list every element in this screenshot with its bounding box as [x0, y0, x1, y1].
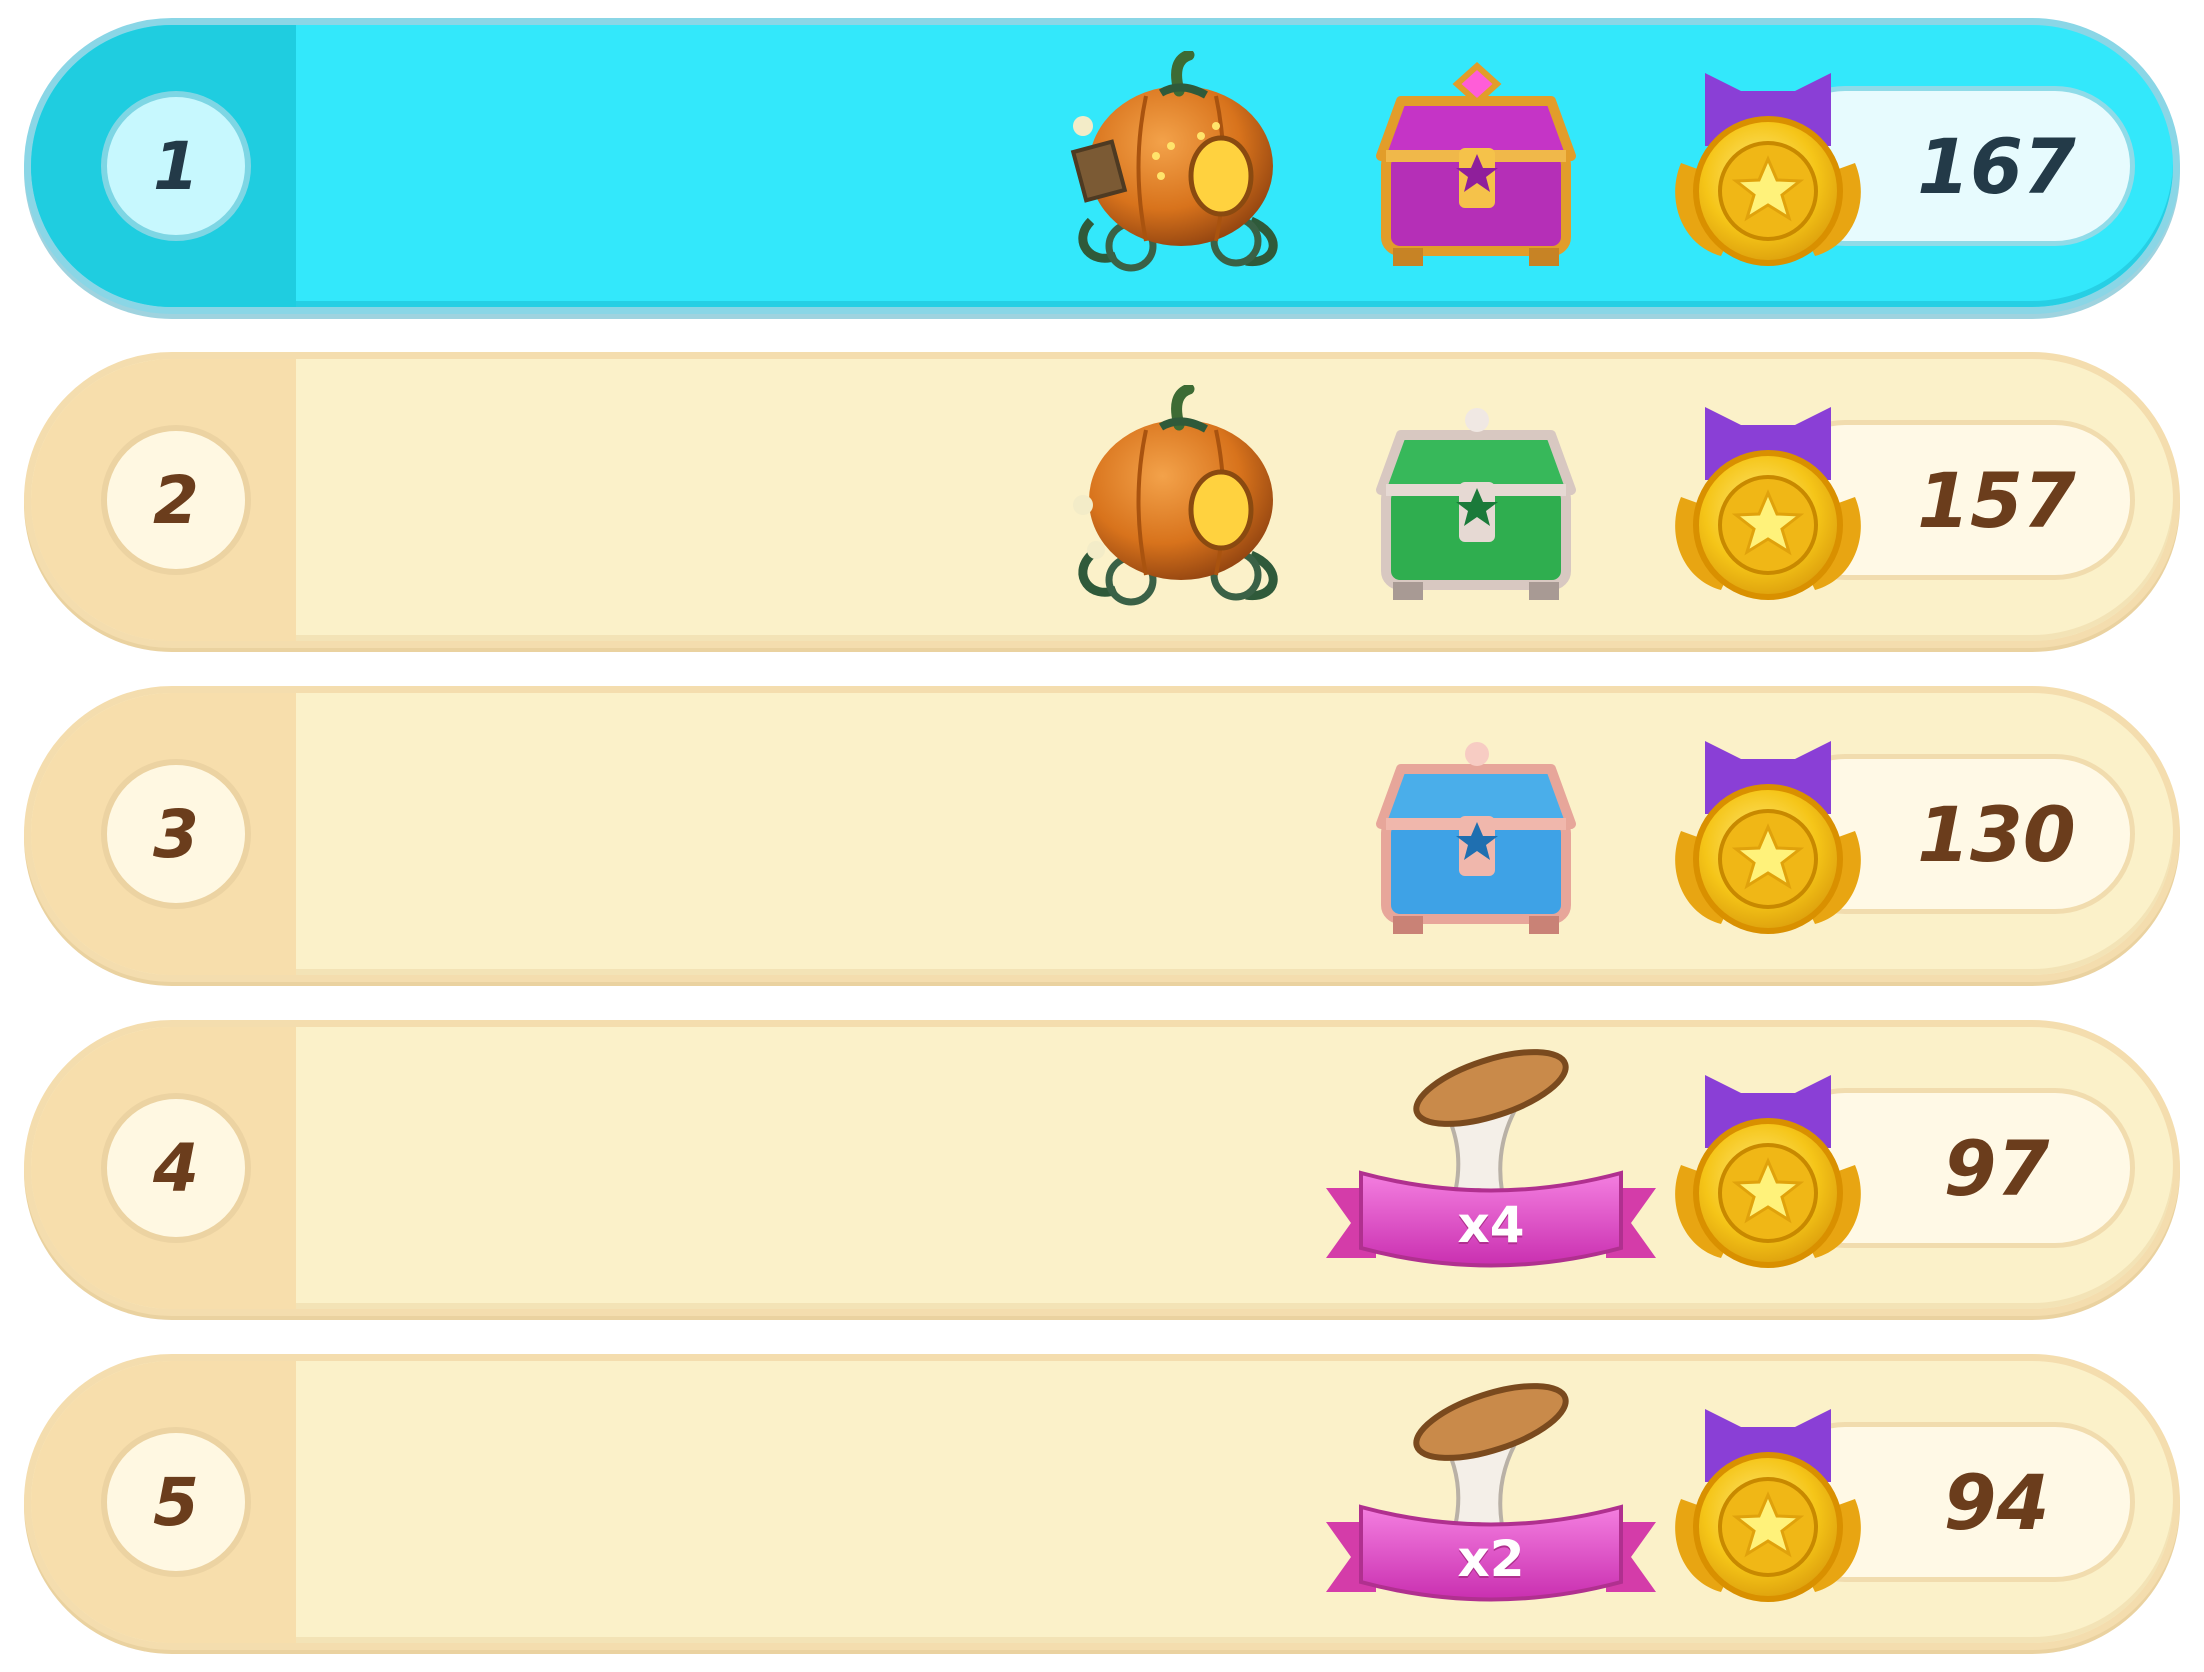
leaderboard-row-4[interactable]: 4 x4 97 — [24, 1020, 2180, 1316]
star-medal-icon — [1663, 385, 1873, 615]
purple-chest-icon — [1361, 56, 1591, 276]
rank-badge: 1 — [101, 91, 251, 241]
score-value: 157 — [1917, 455, 2076, 545]
pumpkin-carriage-icon — [1061, 51, 1301, 281]
score-value: 94 — [1943, 1457, 2050, 1547]
multiplier-label: x2 — [1457, 1530, 1525, 1588]
rank-badge: 2 — [101, 425, 251, 575]
pumpkin-carriage-icon — [1061, 385, 1301, 615]
star-medal-icon — [1663, 1053, 1873, 1283]
leaderboard-row-1[interactable]: 1 167 — [24, 18, 2180, 314]
hourglass-icon: x2 — [1321, 1377, 1661, 1627]
star-medal-icon — [1663, 51, 1873, 281]
leaderboard-row-3[interactable]: 3 130 — [24, 686, 2180, 982]
score-value: 97 — [1943, 1123, 2050, 1213]
multiplier-label: x4 — [1457, 1196, 1525, 1254]
blue-chest-icon — [1361, 724, 1591, 944]
score-value: 130 — [1917, 789, 2076, 879]
leaderboard-row-5[interactable]: 5 x2 94 — [24, 1354, 2180, 1650]
rank-badge: 4 — [101, 1093, 251, 1243]
rank-badge: 5 — [101, 1427, 251, 1577]
green-chest-icon — [1361, 390, 1591, 610]
leaderboard-row-2[interactable]: 2 157 — [24, 352, 2180, 648]
star-medal-icon — [1663, 719, 1873, 949]
score-value: 167 — [1917, 121, 2076, 211]
hourglass-icon: x4 — [1321, 1043, 1661, 1293]
leaderboard: 1 167 2 157 3 130 4 x4 97 5 x2 94 — [0, 0, 2204, 1672]
rank-badge: 3 — [101, 759, 251, 909]
star-medal-icon — [1663, 1387, 1873, 1617]
